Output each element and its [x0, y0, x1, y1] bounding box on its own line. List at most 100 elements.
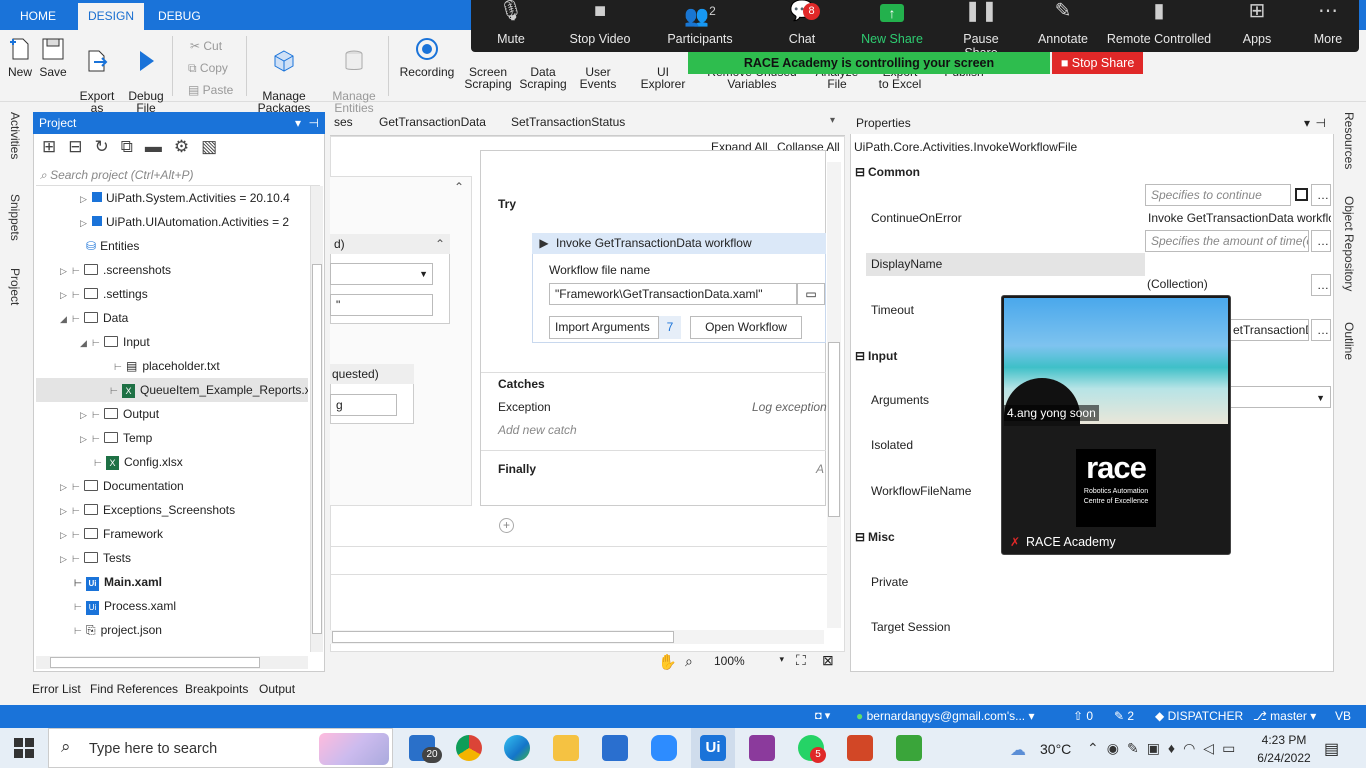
breakpoints-tab[interactable]: Breakpoints — [185, 682, 248, 696]
tab-design[interactable]: DESIGN — [78, 3, 145, 30]
tree-item[interactable]: ▷ ⊢ Framework — [36, 522, 308, 546]
ellipsis-button[interactable]: … — [1311, 184, 1331, 206]
annotate-button[interactable]: ✎ Annotate — [1036, 1, 1090, 46]
weather-cloud-icon[interactable]: ☁ — [1010, 740, 1026, 760]
folder-icon[interactable]: ▬ — [145, 137, 174, 156]
tab-home[interactable]: HOME — [10, 3, 66, 30]
output-tab[interactable]: Output — [259, 682, 295, 696]
pending-edits[interactable]: ✎ 2 — [1114, 709, 1134, 723]
overview-icon[interactable]: ⊠ — [822, 652, 834, 669]
camera-tray-icon[interactable]: ◉ — [1107, 740, 1127, 756]
add-icon[interactable]: ⊞ — [42, 137, 68, 156]
project-search-input[interactable]: ⌕ Search project (Ctrl+Alt+P) — [36, 166, 320, 186]
export-template-button[interactable]: Export as Template — [72, 36, 122, 126]
save-button[interactable]: Save — [38, 36, 68, 100]
dropdown-icon[interactable]: ▾ — [1304, 112, 1310, 134]
target-session-dropdown[interactable]: ▼ — [1230, 386, 1331, 408]
scrollbar-thumb[interactable] — [50, 657, 260, 668]
temperature[interactable]: 30°C — [1040, 741, 1071, 757]
branch-selector[interactable]: ⎇ master ▾ — [1253, 709, 1316, 723]
robot-assistant-icon[interactable] — [749, 735, 775, 761]
browse-folder-button[interactable]: ▭ — [797, 283, 825, 305]
stop-video-button[interactable]: ■ Stop Video — [566, 1, 634, 46]
open-workflow-button[interactable]: Open Workflow — [690, 316, 802, 339]
error-list-tab[interactable]: Error List — [32, 682, 81, 696]
microsoft-store-icon[interactable] — [602, 735, 628, 761]
pen-tray-icon[interactable]: ✎ — [1127, 740, 1147, 756]
show-files-icon[interactable]: ⧉ — [121, 137, 145, 156]
new-button[interactable]: New — [4, 36, 36, 100]
continue-on-error-checkbox[interactable] — [1295, 188, 1308, 201]
designer-vertical-scrollbar[interactable] — [827, 162, 841, 628]
repository-name[interactable]: ◆ DISPATCHER — [1155, 709, 1243, 723]
object-repository-panel-tab[interactable]: Object Repository — [1342, 196, 1356, 291]
tree-item[interactable]: ▷ ⊢ .screenshots — [36, 258, 308, 282]
tree-item[interactable]: ▷ ⊢ .settings — [36, 282, 308, 306]
clock-time[interactable]: 4:23 PM — [1256, 733, 1312, 747]
project-vertical-scrollbar[interactable] — [310, 186, 323, 652]
tab-dropdown-icon[interactable]: ▾ — [830, 115, 835, 126]
taskbar-search-box[interactable]: ⌕ Type here to search — [48, 728, 393, 768]
tree-item[interactable]: ▷ UiPath.System.Activities = 20.10.4 — [36, 186, 308, 210]
paste-button[interactable]: ▤ Paste — [188, 83, 233, 97]
tree-item[interactable]: ⊢ X Config.xlsx — [36, 450, 308, 474]
dropdown-icon[interactable]: ▾ — [295, 112, 301, 134]
manage-entities-button[interactable]: Manage Entities — [326, 36, 382, 114]
tree-item[interactable]: ⛁ Entities — [36, 234, 308, 258]
category-misc[interactable]: ⊟ Misc — [852, 526, 1002, 549]
outline-panel-tab[interactable]: Outline — [1342, 322, 1356, 360]
volume-icon[interactable]: ◁ — [1203, 740, 1222, 756]
partial-input[interactable]: " — [330, 294, 433, 316]
category-common[interactable]: ⊟ Common — [852, 161, 1330, 184]
copy-button[interactable]: ⧉ Copy — [188, 61, 228, 76]
wifi-icon[interactable]: ◠ — [1183, 740, 1203, 756]
mute-button[interactable]: 🎙 Mute — [486, 1, 536, 46]
partial-dropdown[interactable]: ▼ — [330, 263, 433, 285]
tree-item[interactable]: ◢ ⊢ Data — [36, 306, 308, 330]
find-references-tab[interactable]: Find References — [90, 682, 178, 696]
scrollbar-thumb[interactable] — [828, 342, 840, 517]
powerpoint-icon[interactable] — [847, 735, 873, 761]
tree-item[interactable]: ⊢ ⎘ project.json — [36, 618, 308, 642]
notifications-icon[interactable]: ▤ — [1324, 739, 1339, 759]
pin-icon[interactable]: ⊣ — [309, 112, 319, 134]
debug-file-button[interactable]: Debug File — [126, 36, 166, 114]
push-count[interactable]: ⇧ 0 — [1073, 709, 1093, 723]
collapse-chevron-icon[interactable]: ⌃ — [435, 234, 445, 254]
tree-item[interactable]: ▷ ⊢ Output — [36, 402, 308, 426]
chevron-up-icon[interactable]: ⌃ — [1087, 740, 1107, 756]
tab-debug[interactable]: DEBUG — [148, 3, 211, 30]
manage-packages-button[interactable]: Manage Packages — [256, 36, 312, 114]
partial-input-2[interactable]: g — [330, 394, 397, 416]
workflow-file-input[interactable]: "Framework\GetTransactionData.xaml" — [549, 283, 797, 305]
resources-panel-tab[interactable]: Resources — [1342, 112, 1356, 169]
ellipsis-button[interactable]: … — [1311, 274, 1331, 296]
recording-button[interactable]: Recording — [396, 36, 458, 100]
activities-panel-tab[interactable]: Activities — [8, 112, 22, 159]
clock-date[interactable]: 6/24/2022 — [1256, 751, 1312, 765]
collapse-chevron-icon[interactable]: ⌃ — [454, 180, 464, 194]
participants-button[interactable]: 👥2 Participants — [664, 4, 736, 46]
stop-share-button[interactable]: ■ Stop Share — [1052, 52, 1143, 74]
scrollbar-thumb[interactable] — [332, 631, 674, 643]
ellipsis-button[interactable]: … — [1311, 230, 1331, 252]
windows-start-icon[interactable] — [14, 738, 34, 758]
apps-button[interactable]: ⊞ Apps — [1238, 1, 1276, 46]
add-activity-icon[interactable]: + — [499, 518, 514, 533]
designer-tab[interactable]: SetTransactionStatus — [511, 115, 625, 129]
more-button[interactable]: ⋯ More — [1308, 1, 1348, 46]
cut-button[interactable]: ✂ Cut — [190, 39, 222, 53]
designer-tab[interactable]: ses — [334, 115, 353, 129]
import-arguments-button[interactable]: Import Arguments — [549, 316, 659, 339]
settings-gear-icon[interactable]: ⚙ — [174, 137, 201, 156]
chrome-icon[interactable] — [456, 735, 482, 761]
ellipsis-button[interactable]: … — [1311, 319, 1331, 341]
tree-item[interactable]: ⊢ ▤ placeholder.txt — [36, 354, 308, 378]
continue-on-error-input[interactable]: Specifies to continue execu — [1145, 184, 1291, 206]
image-icon[interactable]: ▧ — [201, 137, 229, 156]
zoom-level-select[interactable]: 100% ▾ — [714, 654, 784, 668]
pan-hand-icon[interactable]: ✋ — [658, 653, 677, 671]
zoom-search-icon[interactable]: ⌕ — [685, 653, 693, 670]
display-name-input[interactable]: Invoke GetTransactionData workflo — [1145, 207, 1331, 230]
tree-item-selected[interactable]: ⊢ X QueueItem_Example_Reports.x — [36, 378, 308, 402]
